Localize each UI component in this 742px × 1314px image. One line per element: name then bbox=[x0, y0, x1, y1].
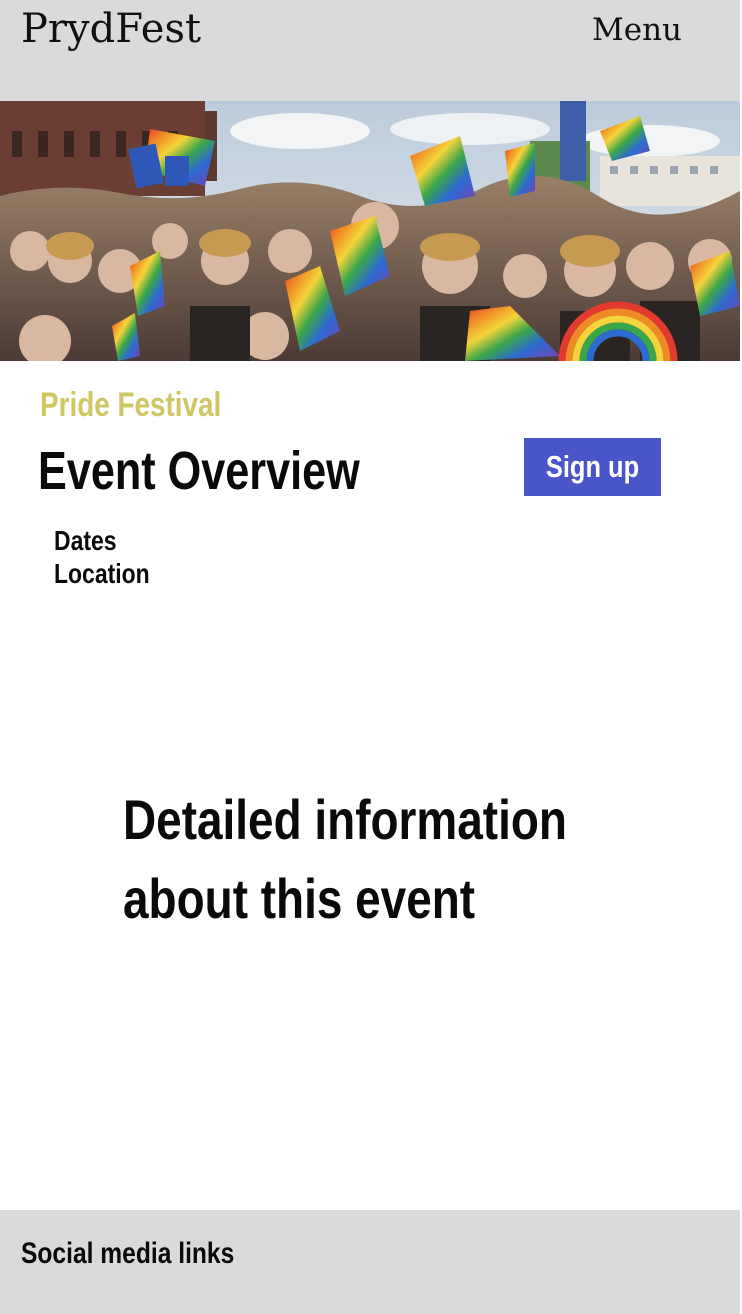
menu-button[interactable]: Menu bbox=[592, 12, 682, 48]
brand-logo[interactable]: PrydFest bbox=[21, 6, 201, 52]
hero-image bbox=[0, 101, 740, 361]
location-label: Location bbox=[54, 558, 150, 589]
social-media-links[interactable]: Social media links bbox=[21, 1237, 234, 1271]
event-facts: Dates Location bbox=[54, 524, 150, 590]
sign-up-button[interactable]: Sign up bbox=[524, 438, 661, 496]
sign-up-label: Sign up bbox=[545, 449, 640, 484]
crowd-photo-icon bbox=[0, 101, 740, 361]
event-details: Detailed information about this event bbox=[123, 780, 567, 938]
event-category: Pride Festival bbox=[40, 386, 222, 424]
dates-label: Dates bbox=[54, 525, 117, 556]
site-header: PrydFest Menu bbox=[0, 0, 740, 101]
detail-line: Detailed information bbox=[123, 788, 567, 851]
page-title: Event Overview bbox=[38, 441, 360, 501]
detail-line: about this event bbox=[123, 867, 476, 930]
